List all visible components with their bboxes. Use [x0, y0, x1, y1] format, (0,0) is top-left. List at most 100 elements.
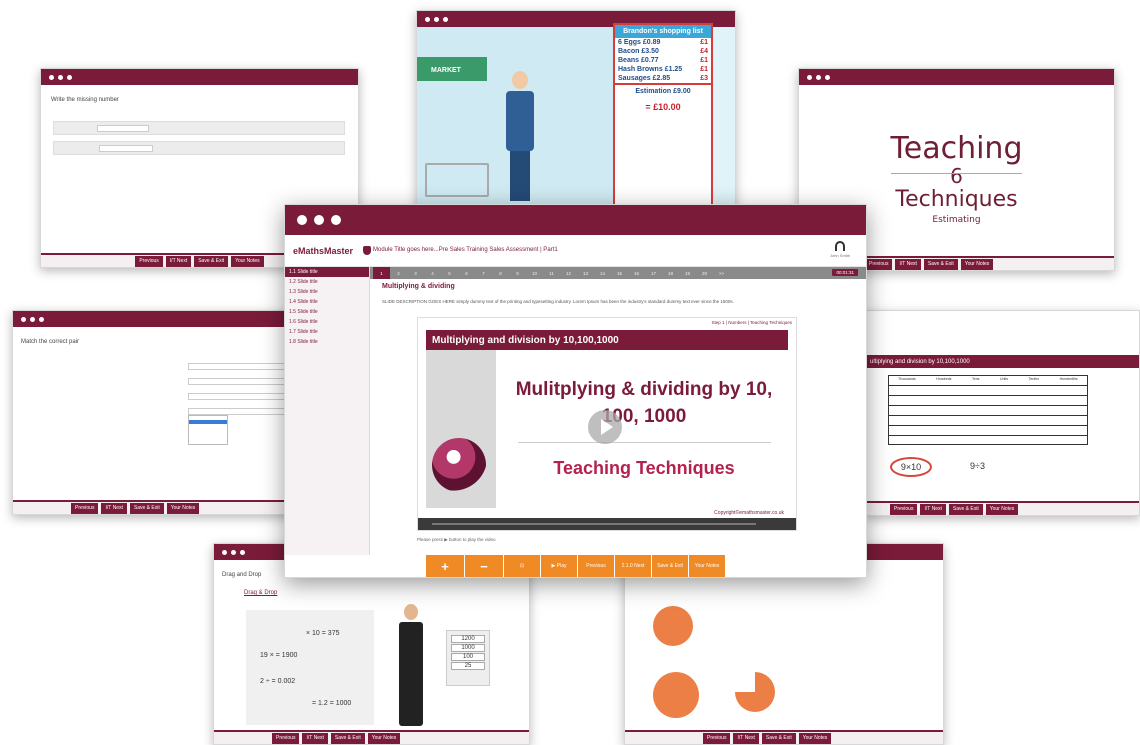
dropdown-list[interactable]	[188, 415, 228, 445]
previous-button[interactable]: Previous	[865, 258, 893, 270]
notes-button[interactable]: Your Notes	[166, 502, 200, 514]
equation: 19 × = 1900	[260, 652, 298, 659]
equation: × 10 = 375	[306, 630, 340, 637]
slide-number[interactable]: 1	[373, 267, 390, 279]
notes-button[interactable]: Your Notes	[367, 732, 401, 744]
slide-number[interactable]: 10	[526, 267, 543, 279]
slide-number[interactable]: 13	[577, 267, 594, 279]
slide-number[interactable]: 11	[543, 267, 560, 279]
zoom-in-button[interactable]: +	[426, 555, 464, 577]
slide-number[interactable]: 3	[407, 267, 424, 279]
answer-tile[interactable]: 100	[451, 653, 485, 661]
save-exit-button[interactable]: Save & Exit	[194, 255, 229, 267]
next-button[interactable]: I/T Next	[302, 732, 328, 744]
save-exit-button[interactable]: Save & Exit	[330, 732, 365, 744]
save-exit-button[interactable]: Save & Exit	[923, 258, 958, 270]
slide-number[interactable]: 4	[424, 267, 441, 279]
next-button[interactable]: I/T Next	[101, 502, 127, 514]
previous-button[interactable]: Previous	[703, 732, 731, 744]
shopping-list-card: Brandon's shopping list 6 Eggs £0.89 £1 B…	[613, 23, 713, 209]
answer-tile[interactable]: 25	[451, 662, 485, 670]
previous-button[interactable]: Previous	[272, 732, 300, 744]
question-title: Drag and Drop	[222, 572, 262, 578]
sidebar-item[interactable]: 1.1 Slide title	[285, 267, 369, 277]
content-title: Multiplying & dividing	[382, 283, 455, 290]
slide-number[interactable]: 19	[679, 267, 696, 279]
list-item: Beans £0.77 £1	[618, 57, 708, 64]
drag-drop-link[interactable]: Drag & Drop	[244, 590, 277, 596]
select-2[interactable]	[188, 378, 298, 385]
video-seek-bar[interactable]	[432, 523, 756, 525]
sidebar-item[interactable]: 1.2 Slide title	[285, 277, 369, 287]
save-exit-button[interactable]: Save & Exit	[652, 555, 688, 577]
slide-number[interactable]: 7	[475, 267, 492, 279]
slide-number[interactable]: 8	[492, 267, 509, 279]
previous-button[interactable]: Previous	[71, 502, 99, 514]
next-button[interactable]: I/T Next	[733, 732, 759, 744]
answer-input-1[interactable]	[97, 125, 149, 132]
notes-button[interactable]: Your Notes	[960, 258, 994, 270]
table-headers: Thousands Hundreds Tens Units Tenths Hundredt…	[898, 377, 1078, 381]
slide-number[interactable]: 14	[594, 267, 611, 279]
video-copyright: Copyright©emathsmaster.co.uk	[714, 510, 784, 516]
app-logo: eMathsMaster	[293, 246, 354, 256]
bottom-toolbar: Previous I/T Next Save & Exit Your Notes	[13, 500, 311, 514]
sidebar-item[interactable]: 1.6 Slide title	[285, 317, 369, 327]
video-banner: Multiplying and division by 10,100,1000	[426, 330, 788, 350]
slide-next-page[interactable]: >>	[713, 267, 730, 279]
slide-sidebar: 1.1 Slide title 1.2 Slide title 1.3 Slid…	[285, 267, 370, 555]
estimation-text: Estimation £9.00	[615, 83, 711, 98]
bottom-toolbar: Previous I/T Next Save & Exit Your Notes	[625, 730, 943, 744]
user-menu[interactable]: John Smith	[828, 241, 852, 258]
slide-number[interactable]: 20	[696, 267, 713, 279]
shop-sign: MARKET	[417, 57, 487, 81]
notes-button[interactable]: Your Notes	[985, 503, 1019, 515]
video-player[interactable]: Step 1 | Numbers | Teaching Techniques M…	[417, 317, 797, 531]
previous-button[interactable]: Previous	[578, 555, 614, 577]
zoom-out-button[interactable]: −	[465, 555, 503, 577]
slide-number[interactable]: 17	[645, 267, 662, 279]
slide-number[interactable]: 18	[662, 267, 679, 279]
main-toolbar: + − ⊡ ▶ Play Previous 2.1.0 Next Save & …	[285, 555, 866, 577]
next-button[interactable]: 2.1.0 Next	[615, 555, 651, 577]
play-icon[interactable]	[588, 410, 622, 444]
fullscreen-button[interactable]: ⊡	[504, 555, 540, 577]
shield-icon	[363, 246, 371, 255]
select-4[interactable]	[188, 408, 298, 415]
select-1[interactable]	[188, 363, 298, 370]
answer-tile[interactable]: 1000	[451, 644, 485, 652]
cut-pie	[653, 672, 699, 718]
slide-number[interactable]: 15	[611, 267, 628, 279]
sidebar-item[interactable]: 1.8 Slide title	[285, 337, 369, 347]
list-item: Hash Browns £1.25 £1	[618, 66, 708, 73]
answer-tile[interactable]: 1200	[451, 635, 485, 643]
notes-button[interactable]: Your Notes	[231, 255, 264, 267]
select-3[interactable]	[188, 393, 298, 400]
slide-number[interactable]: 12	[560, 267, 577, 279]
sidebar-item[interactable]: 1.7 Slide title	[285, 327, 369, 337]
sidebar-item[interactable]: 1.3 Slide title	[285, 287, 369, 297]
slide-number[interactable]: 9	[509, 267, 526, 279]
sidebar-item[interactable]: 1.5 Slide title	[285, 307, 369, 317]
previous-button[interactable]: Previous	[890, 503, 918, 515]
save-exit-button[interactable]: Save & Exit	[948, 503, 983, 515]
equation-panel	[246, 610, 374, 725]
answer-input-2[interactable]	[99, 145, 153, 152]
notes-button[interactable]: Your Notes	[689, 555, 725, 577]
slide-number[interactable]: 2	[390, 267, 407, 279]
sidebar-item[interactable]: 1.4 Slide title	[285, 297, 369, 307]
partial-pie	[735, 672, 775, 712]
save-exit-button[interactable]: Save & Exit	[129, 502, 164, 514]
play-button[interactable]: ▶ Play	[541, 555, 577, 577]
slide-number[interactable]: 5	[441, 267, 458, 279]
slide-number[interactable]: 16	[628, 267, 645, 279]
next-button[interactable]: I/T Next	[920, 503, 946, 515]
video-controls[interactable]	[418, 518, 796, 530]
notes-button[interactable]: Your Notes	[798, 732, 832, 744]
previous-button[interactable]: Previous	[135, 255, 163, 267]
topic-banner: ultiplying and division by 10,100,1000	[866, 355, 1139, 368]
slide-number[interactable]: 6	[458, 267, 475, 279]
next-button[interactable]: I/T Next	[895, 258, 921, 270]
save-exit-button[interactable]: Save & Exit	[761, 732, 796, 744]
next-button[interactable]: I/T Next	[165, 255, 192, 267]
